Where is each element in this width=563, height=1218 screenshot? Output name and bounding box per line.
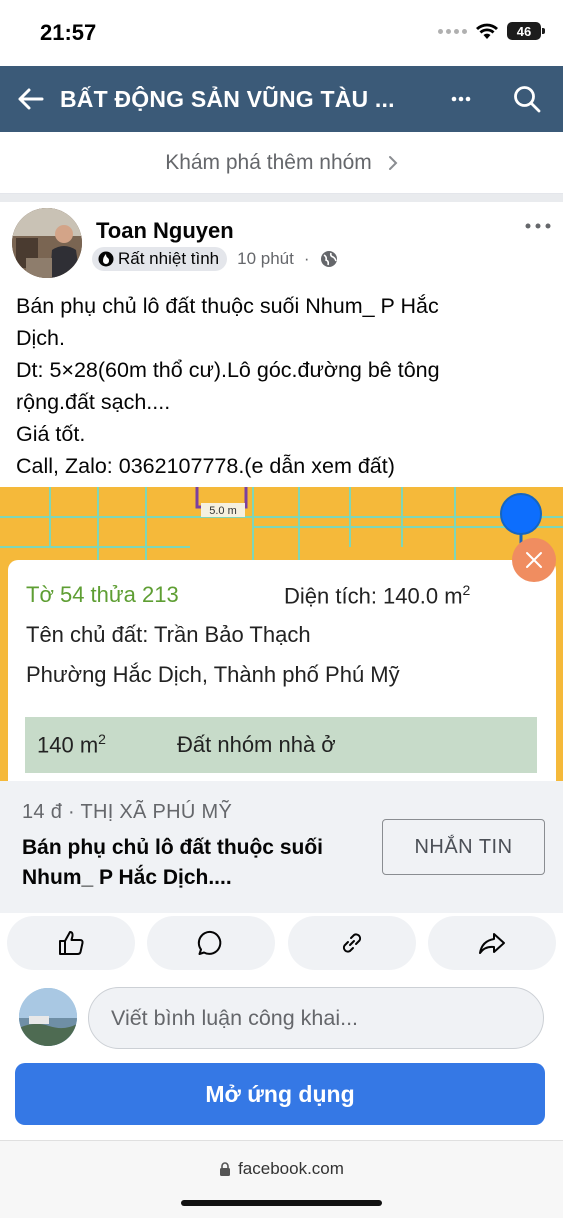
close-icon [526,552,542,568]
map-preview-image[interactable]: 5.0 m Tờ 54 thửa 213 Diện tích: 140.0 m2… [0,487,563,781]
browser-bottom-bar: facebook.com [0,1140,563,1218]
lock-icon [220,1162,231,1176]
parcel-owner: Tên chủ đất: Trần Bảo Thạch [26,622,311,647]
comment-button[interactable] [147,916,276,970]
post-line: Call, Zalo: 0362107778.(e dẫn xem đất) [16,454,395,478]
open-app-button[interactable]: Mở ứng dụng [15,1063,545,1125]
post-actions [0,913,563,975]
parcel-number: Tờ 54 thửa 213 [26,582,179,607]
search-button[interactable] [505,66,549,132]
post-line: Dịch. [16,326,65,350]
post-line: rộng.đất sạch.... [16,390,171,414]
section-divider [0,194,563,202]
comment-input[interactable]: Viết bình luận công khai... [88,987,544,1049]
author-avatar[interactable] [12,208,82,278]
send-message-button[interactable]: NHẮN TIN [382,819,545,875]
home-indicator [181,1200,382,1206]
signal-icon [438,28,467,34]
map-scale-label: 5.0 m [209,505,237,517]
more-horizontal-icon [525,223,551,229]
status-bar: 21:57 46 [0,0,563,66]
top-fan-badge[interactable]: Rất nhiệt tình [92,247,228,271]
post-line: Bán phụ chủ lô đất thuộc suối Nhum_ P Hắ… [16,294,439,318]
thumbs-up-icon [59,931,84,955]
group-header: BẤT ĐỘNG SẢN VŨNG TÀU ... [0,66,563,132]
author-name[interactable]: Toan Nguyen [96,218,234,244]
copy-link-button[interactable] [287,916,416,970]
share-arrow-icon [478,933,505,954]
back-button[interactable] [0,66,60,132]
author-photo [12,208,82,278]
land-size: 140 m2 [37,731,106,758]
chevron-right-icon [388,155,398,170]
discover-label: Khám phá thêm nhóm [165,150,372,174]
badge-label: Rất nhiệt tình [118,249,220,268]
more-horizontal-icon [451,96,471,102]
comment-icon [198,930,222,955]
post-line: Dt: 5×28(60m thổ cư).Lô góc.đường bê tôn… [16,358,440,382]
user-avatar [19,988,77,1046]
land-type-bar: 140 m2 Đất nhóm nhà ở [25,717,537,773]
url-text: facebook.com [238,1159,344,1178]
post-body: Bán phụ chủ lô đất thuộc suối Nhum_ P Hắ… [16,290,546,482]
group-title: BẤT ĐỘNG SẢN VŨNG TÀU ... [60,85,395,112]
status-time: 21:57 [40,20,97,45]
parcel-ward: Phường Hắc Dịch, Thành phố Phú Mỹ [26,662,400,687]
battery-icon: 46 [507,22,545,40]
fire-badge-icon [98,251,114,267]
user-photo [19,988,77,1046]
like-button[interactable] [7,916,135,970]
status-icons: 46 [438,22,545,40]
wifi-icon [476,23,498,39]
url-bar[interactable]: facebook.com [0,1159,563,1179]
parcel-info-card: Tờ 54 thửa 213 Diện tích: 140.0 m2 Tên c… [8,560,556,781]
land-type: Đất nhóm nhà ở [177,732,336,757]
discover-groups-link[interactable]: Khám phá thêm nhóm [0,132,563,194]
parcel-area: Diện tích: 140.0 m2 [284,582,471,609]
post-options-button[interactable] [525,216,551,234]
post-line: Giá tốt. [16,422,86,446]
post-meta: Rất nhiệt tình 10 phút · [92,247,338,271]
link-domain: 14 đ · THỊ XÃ PHÚ MỸ [22,801,233,823]
map-close-button[interactable] [512,538,556,582]
share-button[interactable] [427,916,556,970]
search-icon [514,86,541,113]
post-time[interactable]: 10 phút [237,249,294,269]
globe-icon [320,251,337,267]
more-options-button[interactable] [439,66,483,132]
arrow-left-icon [18,88,44,110]
link-preview-footer[interactable]: 14 đ · THỊ XÃ PHÚ MỸ Bán phụ chủ lô đất … [0,781,563,913]
link-icon [342,933,361,953]
link-title: Bán phụ chủ lô đất thuộc suối Nhum_ P Hắ… [22,836,323,889]
meta-separator: · [303,249,310,268]
